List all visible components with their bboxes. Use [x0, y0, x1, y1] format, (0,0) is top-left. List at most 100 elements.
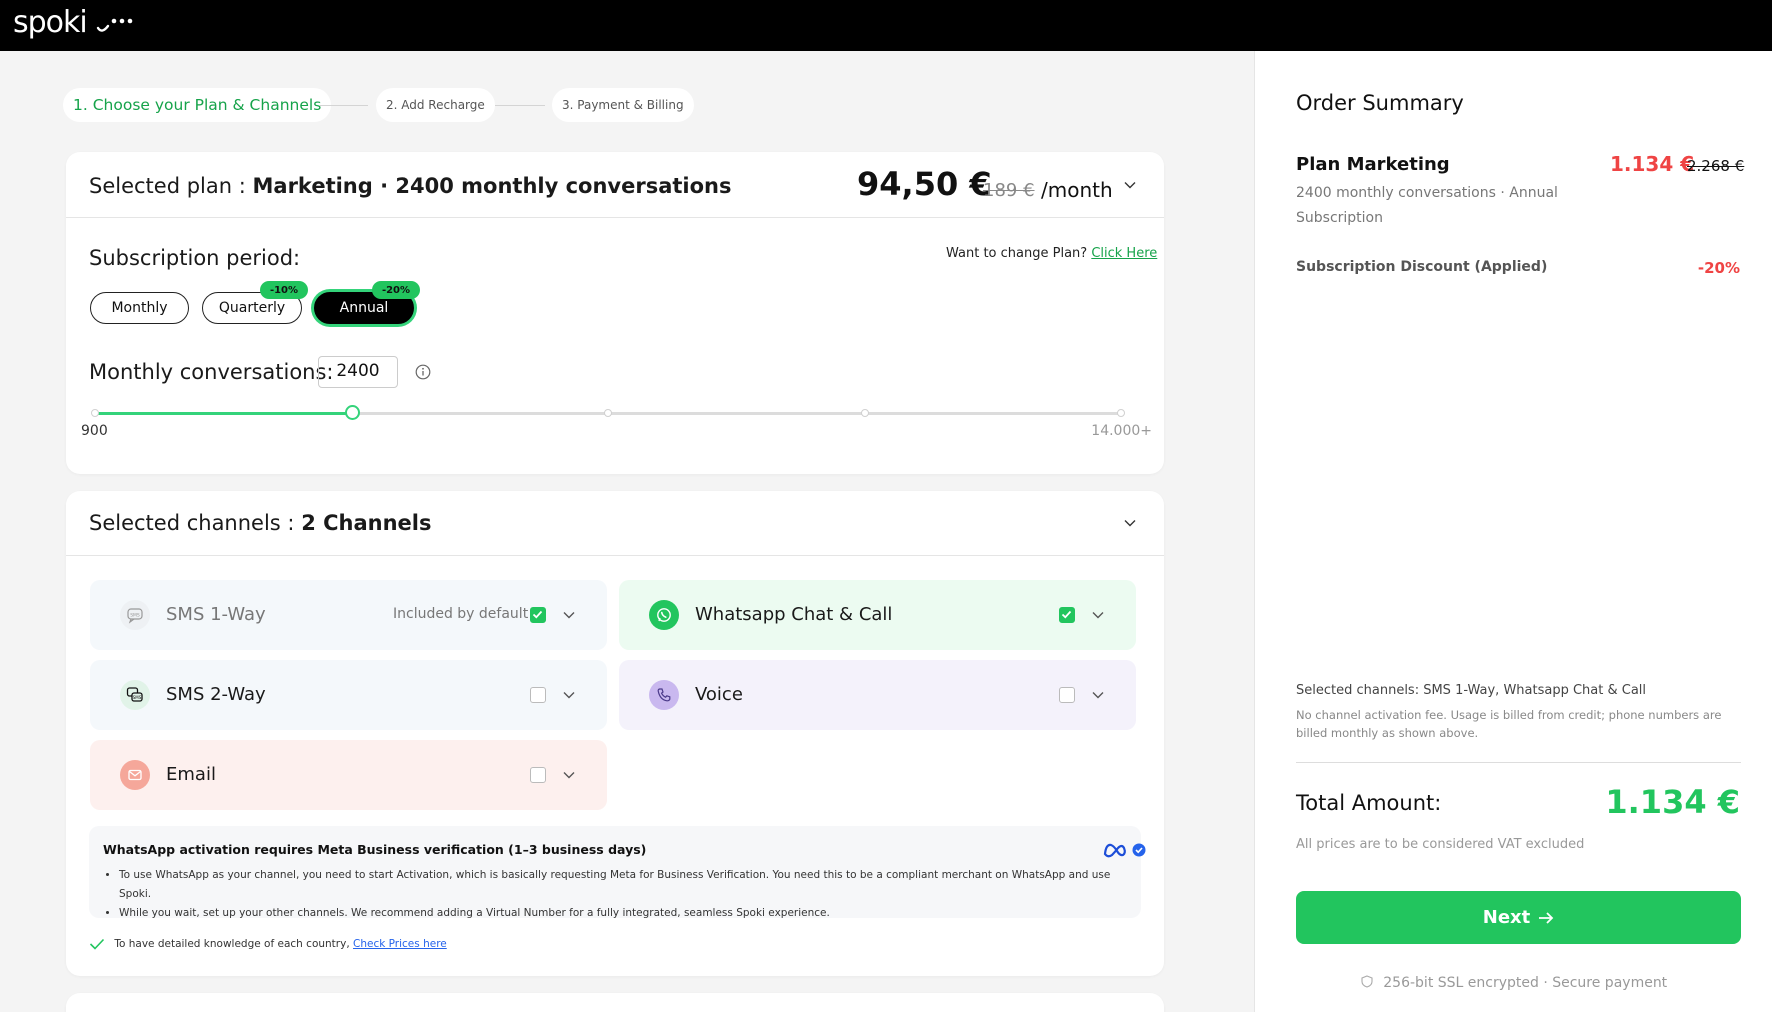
channel-checkbox[interactable] — [530, 687, 546, 703]
slider-tick — [91, 409, 99, 417]
plan-card-header[interactable]: Selected plan : Marketing · 2400 monthly… — [66, 152, 1164, 218]
plan-price-unit: /month — [1041, 178, 1113, 202]
step-connector — [495, 105, 545, 106]
svg-text:SMS: SMS — [130, 613, 140, 619]
selected-channels-value: 2 Channels — [301, 511, 432, 535]
arrow-right-icon — [1539, 911, 1554, 924]
change-plan-row: Want to change Plan? Click Here — [946, 246, 1157, 261]
slider-tick — [1117, 409, 1125, 417]
chevron-down-icon[interactable] — [1091, 608, 1105, 622]
notice-list: To use WhatsApp as your channel, you nee… — [119, 866, 1141, 923]
logo-dots-icon — [96, 18, 133, 32]
plan-price-old: 189 € — [983, 180, 1035, 201]
sms-icon: SMS — [120, 600, 150, 630]
slider-tick — [861, 409, 869, 417]
selected-plan-title: Selected plan : Marketing · 2400 monthly… — [89, 174, 732, 198]
channel-checkbox[interactable] — [1059, 687, 1075, 703]
channel-sms-one-way[interactable]: SMS SMS 1-Way Included by default — [90, 580, 607, 650]
change-plan-text: Want to change Plan? — [946, 246, 1088, 261]
meta-verified-icon — [1103, 843, 1146, 858]
whatsapp-activation-notice: WhatsApp activation requires Meta Busine… — [89, 826, 1146, 919]
chevron-down-icon[interactable] — [1091, 688, 1105, 702]
channel-email[interactable]: Email — [90, 740, 607, 810]
monthly-conversations-label: Monthly conversations: — [89, 360, 334, 384]
ssl-notice: 256-bit SSL encrypted · Secure payment — [1255, 975, 1772, 991]
vat-note: All prices are to be considered VAT excl… — [1296, 837, 1585, 852]
channel-whatsapp[interactable]: Whatsapp Chat & Call — [619, 580, 1136, 650]
country-note: To have detailed knowledge of each count… — [114, 938, 350, 950]
country-prices-row: To have detailed knowledge of each count… — [89, 937, 447, 951]
discount-badge: -10% — [260, 281, 308, 299]
check-icon — [89, 938, 105, 950]
channel-included-note: Included by default — [393, 606, 529, 622]
channel-name: SMS 2-Way — [166, 684, 266, 705]
whatsapp-icon — [649, 600, 679, 630]
notice-bullet: To use WhatsApp as your channel, you nee… — [119, 866, 1141, 904]
slider-min-label: 900 — [81, 423, 108, 439]
summary-plan-price-old: 2.268 € — [1687, 157, 1745, 175]
discount-badge: -20% — [372, 281, 420, 299]
phone-icon — [649, 680, 679, 710]
ssl-text: 256-bit SSL encrypted · Secure payment — [1383, 975, 1668, 991]
channel-voice[interactable]: Voice — [619, 660, 1136, 730]
step-add-recharge[interactable]: 2. Add Recharge — [376, 88, 495, 122]
plan-price: 94,50 € — [857, 165, 992, 203]
channel-checkbox[interactable] — [530, 767, 546, 783]
total-amount-value: 1.134 € — [1605, 783, 1740, 821]
top-bar: spoki — [0, 0, 1772, 51]
svg-text:SMS: SMS — [133, 695, 142, 700]
chevron-down-icon[interactable] — [562, 768, 576, 782]
summary-channels-note: No channel activation fee. Usage is bill… — [1296, 708, 1722, 740]
subscription-discount-value: -20% — [1697, 259, 1740, 277]
sms-two-way-icon: SMS — [120, 680, 150, 710]
change-plan-link[interactable]: Click Here — [1091, 246, 1157, 261]
next-button-label: Next — [1482, 907, 1531, 928]
chevron-down-icon[interactable] — [562, 608, 576, 622]
next-button[interactable]: Next — [1296, 891, 1741, 944]
chevron-down-icon[interactable] — [1123, 516, 1137, 530]
total-amount-label: Total Amount: — [1296, 791, 1442, 815]
selected-channels-title: Selected channels : 2 Channels — [89, 511, 431, 535]
subscription-discount-label: Subscription Discount (Applied) — [1296, 259, 1548, 275]
channel-name: Voice — [695, 684, 743, 705]
info-icon[interactable] — [415, 364, 431, 380]
channel-checkbox[interactable] — [530, 607, 546, 623]
channels-card: Selected channels : 2 Channels SMS SMS 1… — [66, 491, 1164, 976]
selected-channels-label: Selected channels : — [89, 511, 295, 535]
selected-plan-value: Marketing · 2400 monthly conversations — [252, 174, 732, 198]
channel-name: SMS 1-Way — [166, 604, 266, 625]
plan-card: Selected plan : Marketing · 2400 monthly… — [66, 152, 1164, 474]
main-area: 1. Choose your Plan & Channels 2. Add Re… — [0, 51, 1254, 1012]
conversations-slider[interactable] — [91, 405, 1125, 420]
slider-thumb[interactable] — [345, 405, 360, 420]
summary-plan-description: 2400 monthly conversations · Annual Subs… — [1296, 185, 1558, 226]
channel-name: Whatsapp Chat & Call — [695, 604, 893, 625]
channel-checkbox[interactable] — [1059, 607, 1075, 623]
slider-max-label: 14.000+ — [1091, 423, 1152, 439]
channel-name: Email — [166, 764, 216, 785]
summary-divider — [1296, 762, 1741, 763]
shield-icon — [1361, 975, 1373, 988]
notice-title: WhatsApp activation requires Meta Busine… — [103, 842, 647, 857]
channel-sms-two-way[interactable]: SMS SMS 2-Way — [90, 660, 607, 730]
summary-selected-channels: Selected channels: SMS 1-Way, Whatsapp C… — [1296, 683, 1647, 698]
chevron-down-icon[interactable] — [1123, 178, 1137, 192]
chevron-down-icon[interactable] — [562, 688, 576, 702]
step-payment-billing[interactable]: 3. Payment & Billing — [552, 88, 694, 122]
step-choose-plan[interactable]: 1. Choose your Plan & Channels — [63, 88, 332, 122]
slider-fill — [95, 412, 352, 415]
brand-logo[interactable]: spoki — [13, 5, 88, 40]
slider-tick — [604, 409, 612, 417]
check-prices-link[interactable]: Check Prices here — [353, 938, 447, 950]
order-summary-panel: Order Summary Plan Marketing 1.134 € 2.2… — [1254, 51, 1772, 1012]
period-monthly-button[interactable]: Monthly — [90, 292, 189, 324]
channels-card-header[interactable]: Selected channels : 2 Channels — [66, 491, 1164, 556]
step-connector — [320, 105, 368, 106]
subscription-period-label: Subscription period: — [89, 246, 301, 270]
order-summary-title: Order Summary — [1296, 91, 1464, 115]
conversations-input[interactable]: 2400 — [318, 356, 398, 388]
notice-bullet: While you wait, set up your other channe… — [119, 904, 1141, 923]
next-section-card — [66, 993, 1164, 1012]
summary-plan-price: 1.134 € — [1610, 152, 1695, 176]
mail-icon — [120, 760, 150, 790]
